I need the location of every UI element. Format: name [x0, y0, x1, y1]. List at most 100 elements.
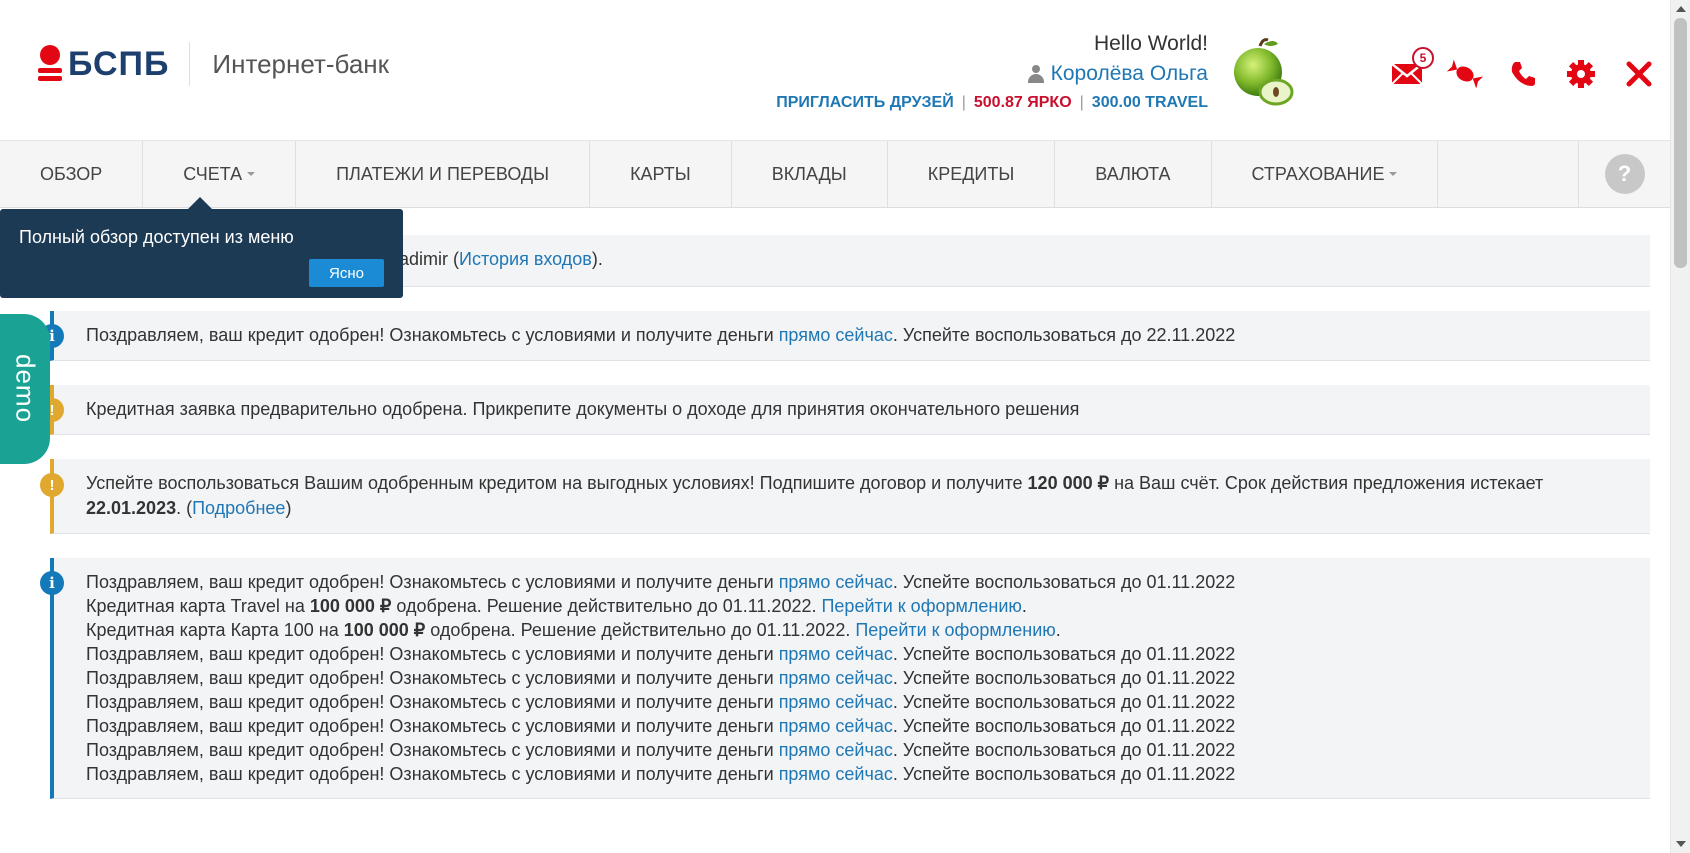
preapproved-notice: ! Кредитная заявка предварительно одобре… — [40, 385, 1650, 435]
settings-button[interactable] — [1552, 50, 1610, 98]
invite-friends-link[interactable]: ПРИГЛАСИТЬ ДРУЗЕЙ — [776, 94, 954, 112]
notice-text: Кредитная заявка предварительно одобрена… — [86, 399, 1080, 419]
scroll-down-icon[interactable] — [1676, 841, 1686, 847]
greeting: Hello World! — [1094, 32, 1208, 55]
nav-label: ОБЗОР — [40, 163, 103, 184]
offer-line: Поздравляем, ваш кредит одобрен! Ознаком… — [86, 668, 1236, 688]
notice-text: на Ваш счёт. Срок действия предложения и… — [1109, 473, 1544, 493]
notice-text: . ( — [176, 498, 193, 518]
bonus-button[interactable] — [1436, 50, 1494, 98]
scroll-up-icon[interactable] — [1676, 6, 1686, 12]
user-name-link[interactable]: Королёва Ольга — [776, 62, 1208, 86]
offer-line: Кредитная карта Travel на 100 000 ₽ одоб… — [86, 596, 1027, 616]
user-block: Hello World! Королёва Ольга ПРИГЛАСИТЬ Д… — [776, 32, 1208, 112]
header-toolbar: 5 — [1378, 47, 1668, 98]
page-scrollbar[interactable] — [1670, 0, 1690, 853]
demo-label: demo — [10, 354, 41, 424]
main-nav: ОБЗОР СЧЕТА ПЛАТЕЖИ И ПЕРЕВОДЫ КАРТЫ ВКЛ… — [0, 140, 1670, 208]
get-money-link[interactable]: прямо сейчас — [779, 740, 893, 760]
demo-tab[interactable]: demo — [0, 314, 50, 464]
notice-text: ) — [285, 498, 292, 518]
apple-avatar-icon[interactable] — [1230, 38, 1294, 110]
gear-icon — [1567, 60, 1595, 88]
login-text-end: ). — [591, 249, 603, 269]
tooltip-text: Полный обзор доступен из меню — [19, 227, 294, 247]
get-money-link[interactable]: прямо сейчас — [779, 572, 893, 592]
nav-label: КРЕДИТЫ — [927, 163, 1015, 184]
credit-offer-notice: ! Успейте воспользоваться Вашим одобренн… — [40, 459, 1650, 534]
offer-line: Кредитная карта Карта 100 на 100 000 ₽ о… — [86, 620, 1061, 640]
user-icon — [1027, 65, 1045, 83]
notices-list: adimir (История входов). i Поздравляем, … — [40, 235, 1650, 823]
logout-button[interactable] — [1610, 50, 1668, 98]
apply-card100-link[interactable]: Перейти к оформлению — [855, 620, 1055, 640]
separator: | — [961, 94, 966, 111]
logo-mark-icon — [38, 43, 62, 85]
candy-icon — [1447, 59, 1483, 89]
details-link[interactable]: Подробнее — [192, 498, 285, 518]
nav-deposits[interactable]: ВКЛАДЫ — [732, 141, 888, 207]
nav-overview[interactable]: ОБЗОР — [0, 141, 144, 207]
nav-label: СТРАХОВАНИЕ — [1251, 163, 1385, 184]
get-money-link[interactable]: прямо сейчас — [779, 325, 893, 345]
get-money-link[interactable]: прямо сейчас — [779, 692, 893, 712]
notice-text: Поздравляем, ваш кредит одобрен! Ознаком… — [86, 325, 779, 345]
offer-line: Поздравляем, ваш кредит одобрен! Ознаком… — [86, 764, 1236, 784]
logo-subtitle: Интернет-банк — [212, 48, 390, 79]
help-icon: ? — [1604, 154, 1645, 194]
nav-accounts[interactable]: СЧЕТА — [143, 141, 297, 207]
nav-label: СЧЕТА — [183, 163, 243, 184]
logo-text: БСПБ — [68, 44, 170, 83]
hint-tooltip: Полный обзор доступен из меню Ясно — [0, 197, 403, 298]
nav-label: КАРТЫ — [630, 163, 691, 184]
nav-payments[interactable]: ПЛАТЕЖИ И ПЕРЕВОДЫ — [296, 141, 591, 207]
offer-line: Поздравляем, ваш кредит одобрен! Ознаком… — [86, 572, 1236, 592]
offer-amount: 100 000 ₽ — [343, 620, 426, 640]
get-money-link[interactable]: прямо сейчас — [779, 716, 893, 736]
offer-line: Поздравляем, ваш кредит одобрен! Ознаком… — [86, 644, 1236, 664]
user-name: Королёва Ольга — [1050, 62, 1208, 85]
offer-expiry-date: 22.01.2023 — [86, 498, 177, 518]
nav-label: ВКЛАДЫ — [771, 163, 847, 184]
tooltip-ok-button[interactable]: Ясно — [309, 259, 384, 287]
travel-balance-link[interactable]: 300.00 TRAVEL — [1092, 94, 1208, 112]
bank-logo[interactable]: БСПБ Интернет-банк — [38, 42, 389, 86]
nav-insurance[interactable]: СТРАХОВАНИЕ — [1212, 141, 1439, 207]
offer-amount: 120 000 ₽ — [1027, 473, 1110, 493]
logo-divider — [189, 42, 191, 86]
scroll-thumb[interactable] — [1674, 18, 1687, 268]
offer-line: Поздравляем, ваш кредит одобрен! Ознаком… — [86, 692, 1236, 712]
chevron-down-icon — [1389, 172, 1398, 176]
header: БСПБ Интернет-банк Hello World! Королёва… — [0, 0, 1670, 142]
apply-travel-link[interactable]: Перейти к оформлению — [821, 596, 1021, 616]
chevron-down-icon — [247, 172, 256, 176]
info-icon: i — [40, 571, 64, 595]
notice-text: . Успейте воспользоваться до 22.11.2022 — [892, 325, 1236, 345]
page: БСПБ Интернет-банк Hello World! Королёва… — [0, 0, 1690, 853]
login-history-link[interactable]: История входов — [459, 249, 592, 269]
mail-count-badge: 5 — [1412, 47, 1434, 69]
nav-cards[interactable]: КАРТЫ — [590, 141, 732, 207]
separator: | — [1079, 94, 1084, 111]
help-button[interactable]: ? — [1578, 141, 1670, 207]
phone-button[interactable] — [1494, 50, 1552, 98]
offer-line: Поздравляем, ваш кредит одобрен! Ознаком… — [86, 740, 1236, 760]
login-text: adimir ( — [399, 249, 460, 269]
notice-text: Успейте воспользоваться Вашим одобренным… — [86, 473, 1028, 493]
multi-offer-notice: i Поздравляем, ваш кредит одобрен! Ознак… — [40, 558, 1650, 799]
mail-button[interactable]: 5 — [1378, 47, 1436, 98]
credit-approved-notice: i Поздравляем, ваш кредит одобрен! Ознак… — [40, 311, 1650, 361]
close-icon — [1626, 61, 1652, 87]
warning-icon: ! — [40, 473, 64, 497]
offer-amount: 100 000 ₽ — [309, 596, 392, 616]
nav-label: ВАЛЮТА — [1095, 163, 1171, 184]
bonus-row: ПРИГЛАСИТЬ ДРУЗЕЙ | 500.87 ЯРКО | 300.00… — [776, 94, 1208, 112]
nav-currency[interactable]: ВАЛЮТА — [1055, 141, 1212, 207]
nav-label: ПЛАТЕЖИ И ПЕРЕВОДЫ — [336, 163, 550, 184]
get-money-link[interactable]: прямо сейчас — [779, 668, 893, 688]
get-money-link[interactable]: прямо сейчас — [779, 764, 893, 784]
get-money-link[interactable]: прямо сейчас — [779, 644, 893, 664]
nav-credits[interactable]: КРЕДИТЫ — [888, 141, 1056, 207]
yarko-balance-link[interactable]: 500.87 ЯРКО — [974, 94, 1072, 112]
offer-line: Поздравляем, ваш кредит одобрен! Ознаком… — [86, 716, 1236, 736]
